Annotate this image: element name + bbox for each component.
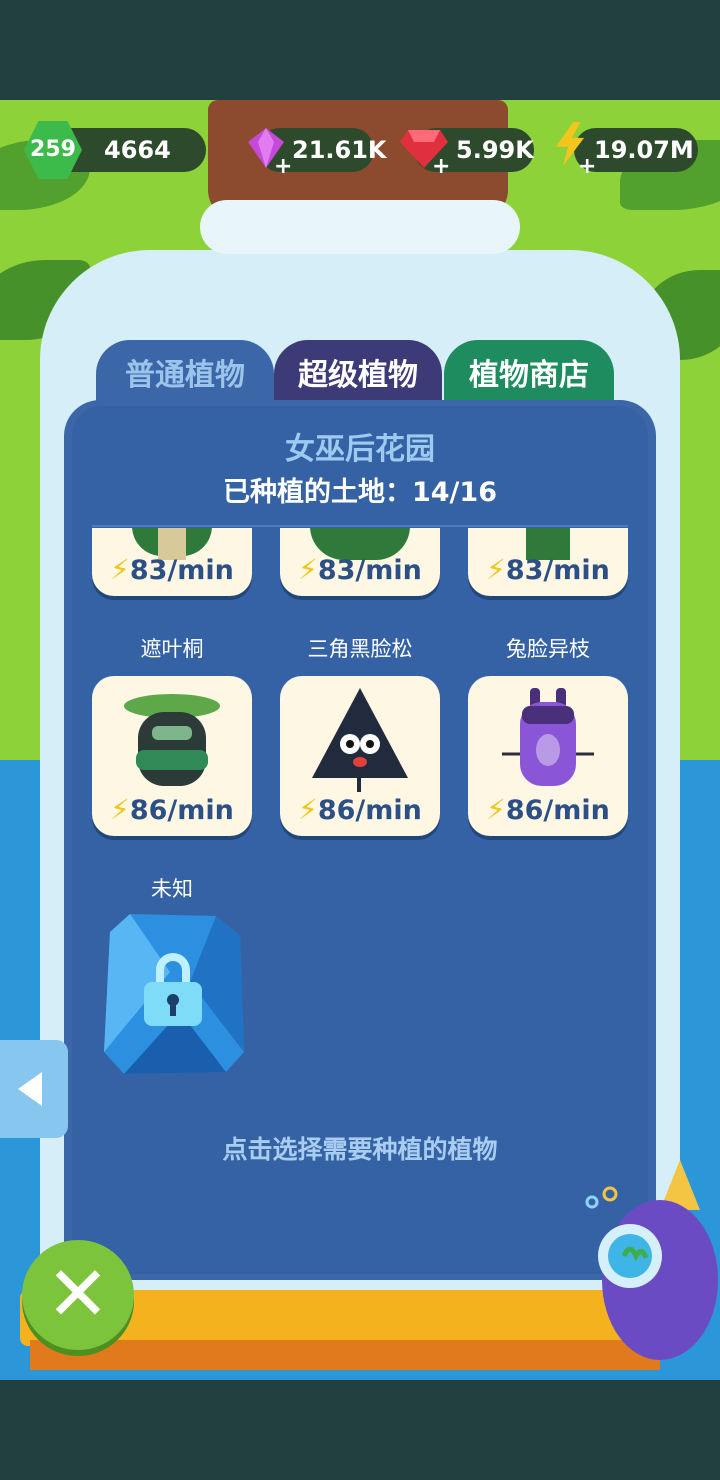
experience-value: 4664 xyxy=(104,136,171,164)
bottom-dark-band xyxy=(0,1380,720,1480)
plant-name: 兔脸异枝 xyxy=(506,637,590,661)
locked-plant-slot[interactable] xyxy=(100,912,246,1076)
plant-rate: ⚡83/min xyxy=(298,553,422,586)
lightning-icon: ⚡ xyxy=(486,553,506,586)
garden-title: 女巫后花园 xyxy=(285,432,435,467)
plant-rate: ⚡86/min xyxy=(298,793,422,826)
divider xyxy=(92,525,628,527)
add-energy-icon[interactable]: + xyxy=(578,156,596,178)
add-purple-gem-icon[interactable]: + xyxy=(274,156,292,178)
back-button[interactable] xyxy=(0,1040,68,1138)
lightning-icon: ⚡ xyxy=(486,793,506,826)
mascot-character xyxy=(585,1160,718,1360)
plant-card[interactable]: ⚡83/min xyxy=(468,528,628,596)
plant-rate: ⚡86/min xyxy=(486,793,610,826)
lightning-icon: ⚡ xyxy=(298,793,318,826)
plant-card[interactable]: ⚡86/min xyxy=(92,676,252,836)
energy-value: 19.07M xyxy=(594,136,694,164)
plant-name: 三角黑脸松 xyxy=(307,637,413,661)
locked-plant-name: 未知 xyxy=(151,877,193,901)
plant-rate: ⚡83/min xyxy=(486,553,610,586)
add-red-gem-icon[interactable]: + xyxy=(432,156,450,178)
shelf-shadow xyxy=(30,1340,660,1370)
red-gem-value: 5.99K xyxy=(456,136,534,164)
lightning-icon: ⚡ xyxy=(298,553,318,586)
plant-card[interactable]: ⚡86/min xyxy=(280,676,440,836)
back-arrow-icon xyxy=(18,1072,42,1106)
leaf-shade-plant-image xyxy=(124,694,220,786)
rabbit-face-plant-image xyxy=(502,688,594,786)
plant-card[interactable]: ⚡83/min xyxy=(280,528,440,596)
purple-gem-value: 21.61K xyxy=(292,136,387,164)
select-plant-hint: 点击选择需要种植的植物 xyxy=(222,1135,498,1164)
plant-rate: ⚡86/min xyxy=(110,793,234,826)
close-icon: ✕ xyxy=(46,1249,110,1338)
plant-name: 遮叶桐 xyxy=(140,637,204,661)
triangle-pine-image xyxy=(312,688,408,792)
lightning-icon: ⚡ xyxy=(110,793,130,826)
top-dark-band xyxy=(0,0,720,100)
planted-count: 已种植的土地：14/16 xyxy=(222,477,497,508)
plant-card[interactable]: ⚡83/min xyxy=(92,528,252,596)
plant-rate: ⚡83/min xyxy=(110,553,234,586)
close-button[interactable]: ✕ xyxy=(22,1240,134,1350)
jar-lid xyxy=(200,200,520,254)
plant-card[interactable]: ⚡86/min xyxy=(468,676,628,836)
lightning-icon: ⚡ xyxy=(110,553,130,586)
